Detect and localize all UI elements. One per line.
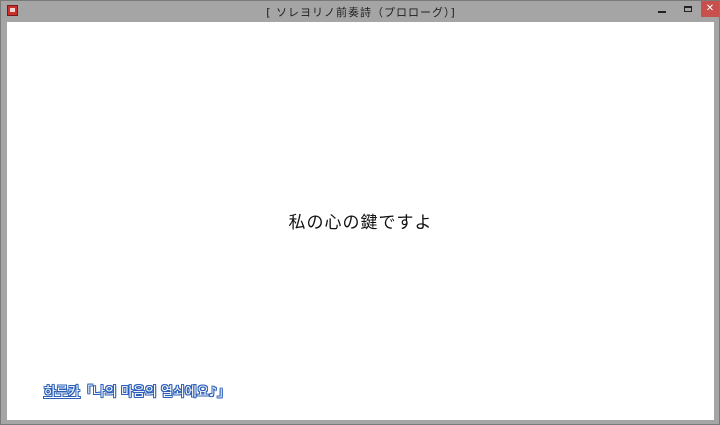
maximize-icon	[684, 6, 692, 12]
close-button[interactable]: ✕	[701, 1, 719, 17]
subtitle: 하루카「나의 마음의 열쇠에요♪」	[44, 381, 230, 400]
maximize-button[interactable]	[675, 1, 701, 17]
minimize-icon	[658, 10, 666, 13]
subtitle-speaker: 하루카	[44, 385, 80, 400]
minimize-button[interactable]	[649, 1, 675, 17]
game-screen[interactable]: 私の心の鍵ですよ 하루카「나의 마음의 열쇠에요♪」	[7, 22, 714, 420]
title-bar[interactable]: [ ソレヨリノ前奏詩（プロローグ）] ✕	[1, 1, 719, 21]
main-text: 私の心の鍵ですよ	[288, 213, 433, 233]
subtitle-line: 「나의 마음의 열쇠에요♪」	[79, 385, 231, 400]
game-window: [ ソレヨリノ前奏詩（プロローグ）] ✕ 私の心の鍵ですよ 하루카「나의 마음의…	[0, 0, 720, 425]
close-icon: ✕	[705, 3, 715, 14]
window-title: [ ソレヨリノ前奏詩（プロローグ）]	[266, 6, 456, 19]
app-icon[interactable]	[7, 5, 18, 16]
